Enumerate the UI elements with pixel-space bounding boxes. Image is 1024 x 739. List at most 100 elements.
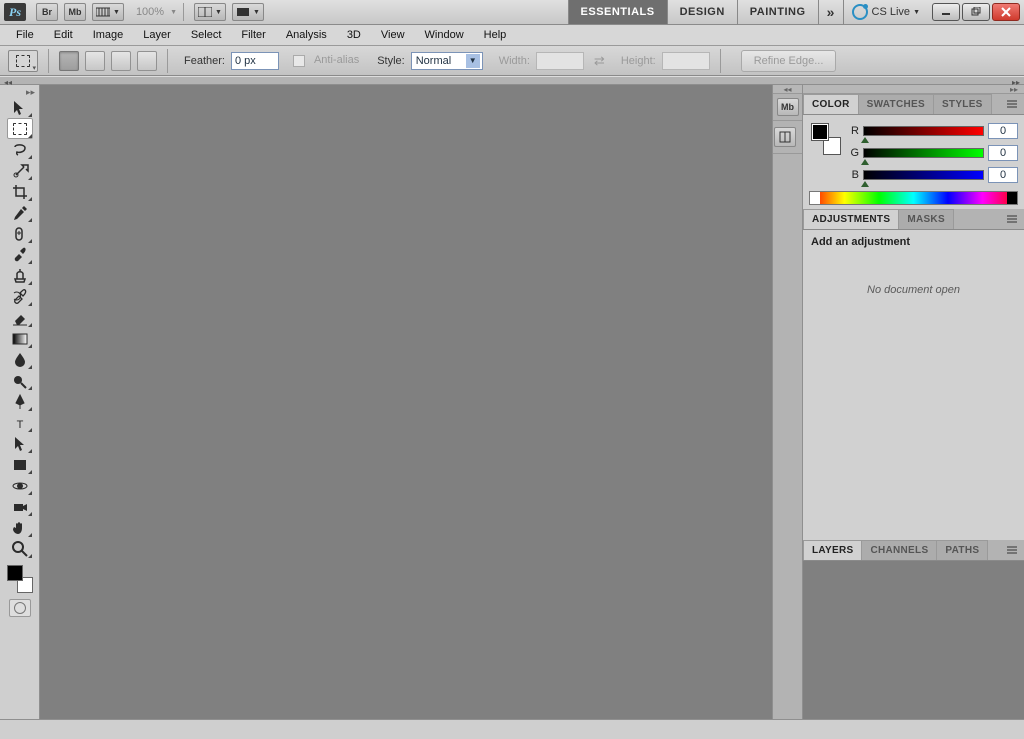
tab-channels[interactable]: CHANNELS (861, 540, 937, 560)
tool-move[interactable] (7, 97, 33, 118)
tab-layers[interactable]: LAYERS (803, 540, 862, 560)
separator (183, 3, 184, 21)
adjustments-panel: Add an adjustment No document open (803, 230, 1024, 540)
menu-edit[interactable]: Edit (44, 26, 83, 44)
tool-zoom[interactable] (7, 538, 33, 559)
quick-mask-toggle[interactable] (9, 599, 31, 617)
tool-brush[interactable] (7, 244, 33, 265)
menu-analysis[interactable]: Analysis (276, 26, 337, 44)
minibridge-launch-button[interactable]: Mb (64, 3, 86, 21)
color-fg-bg-swatch[interactable] (809, 121, 843, 157)
menu-select[interactable]: Select (181, 26, 232, 44)
bridge-launch-button[interactable]: Br (36, 3, 58, 21)
tool-healing-brush[interactable] (7, 223, 33, 244)
dock-grip[interactable]: ◂◂ (773, 85, 802, 94)
color-spectrum-ramp[interactable] (809, 191, 1018, 205)
maximize-button[interactable] (962, 3, 990, 21)
collapsed-dock: ◂◂ Mb (772, 85, 802, 719)
menu-file[interactable]: File (6, 26, 44, 44)
arrange-documents-dropdown[interactable]: ▼ (194, 3, 226, 21)
menu-view[interactable]: View (371, 26, 415, 44)
close-button[interactable] (992, 3, 1020, 21)
r-value-input[interactable] (988, 123, 1018, 139)
svg-text:T: T (16, 419, 23, 431)
refine-edge-button: Refine Edge... (741, 50, 837, 72)
foreground-background-swatch[interactable] (5, 565, 35, 593)
tool-preset-picker[interactable] (8, 50, 38, 72)
workspace-more-button[interactable]: » (819, 4, 843, 20)
tool-blur[interactable] (7, 349, 33, 370)
menu-filter[interactable]: Filter (231, 26, 275, 44)
document-area (40, 85, 772, 719)
menu-3d[interactable]: 3D (337, 26, 371, 44)
r-slider[interactable] (863, 126, 984, 136)
menu-window[interactable]: Window (415, 26, 474, 44)
selection-add-button[interactable] (85, 51, 105, 71)
tool-eyedropper[interactable] (7, 202, 33, 223)
tool-3d-camera-rotate[interactable] (7, 496, 33, 517)
cs-live-button[interactable]: CS Live ▼ (852, 4, 920, 20)
tool-quick-selection[interactable] (7, 160, 33, 181)
zoom-dropdown-icon[interactable]: ▼ (170, 9, 177, 16)
workspace-switcher: ESSENTIALS DESIGN PAINTING » (568, 0, 844, 24)
g-value-input[interactable] (988, 145, 1018, 161)
photoshop-logo-icon[interactable]: Ps (4, 3, 26, 21)
tab-color[interactable]: COLOR (803, 94, 859, 114)
menu-help[interactable]: Help (474, 26, 517, 44)
tool-history-brush[interactable] (7, 286, 33, 307)
tool-lasso[interactable] (7, 139, 33, 160)
tool-type[interactable]: T (7, 412, 33, 433)
tool-dodge[interactable] (7, 370, 33, 391)
adjustments-empty-text: No document open (867, 284, 960, 296)
panel-menu-button[interactable] (1006, 544, 1020, 556)
style-select[interactable]: Normal ▼ (411, 52, 483, 70)
minibridge-panel-icon[interactable]: Mb (777, 98, 799, 116)
selection-new-button[interactable] (59, 51, 79, 71)
tool-path-selection[interactable] (7, 433, 33, 454)
panel-menu-button[interactable] (1006, 213, 1020, 225)
menu-image[interactable]: Image (83, 26, 134, 44)
separator (167, 49, 168, 73)
tab-masks[interactable]: MASKS (898, 209, 954, 229)
dock-collapse-strip[interactable]: ◂◂▸▸ (0, 76, 1024, 85)
b-slider[interactable] (863, 170, 984, 180)
feather-label: Feather: (184, 55, 225, 67)
workspace-painting[interactable]: PAINTING (738, 0, 818, 24)
tool-3d-object-rotate[interactable] (7, 475, 33, 496)
tab-styles[interactable]: STYLES (933, 94, 992, 114)
tool-rectangle-shape[interactable] (7, 454, 33, 475)
chevron-down-icon: ▼ (466, 54, 480, 68)
selection-intersect-button[interactable] (137, 51, 157, 71)
zoom-level[interactable]: 100% (136, 6, 164, 18)
minimize-button[interactable] (932, 3, 960, 21)
panel-grip[interactable]: ▸▸ (803, 85, 1024, 94)
tool-hand[interactable] (7, 517, 33, 538)
workspace-essentials[interactable]: ESSENTIALS (569, 0, 667, 24)
selection-subtract-button[interactable] (111, 51, 131, 71)
b-value-input[interactable] (988, 167, 1018, 183)
swap-wh-icon: ⇄ (594, 53, 605, 69)
feather-input[interactable] (231, 52, 279, 70)
tool-gradient[interactable] (7, 328, 33, 349)
tool-clone-stamp[interactable] (7, 265, 33, 286)
tab-swatches[interactable]: SWATCHES (858, 94, 934, 114)
adjustments-panel-tabs: ADJUSTMENTS MASKS (803, 209, 1024, 230)
menu-layer[interactable]: Layer (133, 26, 181, 44)
panel-menu-button[interactable] (1006, 98, 1020, 110)
screen-mode-dropdown[interactable]: ▼ (232, 3, 264, 21)
layers-panel-tabs: LAYERS CHANNELS PATHS (803, 540, 1024, 561)
view-extras-dropdown[interactable]: ▼ (92, 3, 124, 21)
tool-eraser[interactable] (7, 307, 33, 328)
tool-rectangular-marquee[interactable] (7, 118, 33, 139)
tool-pen[interactable] (7, 391, 33, 412)
tab-adjustments[interactable]: ADJUSTMENTS (803, 209, 899, 229)
menu-bar: File Edit Image Layer Select Filter Anal… (0, 25, 1024, 46)
panel-grip[interactable]: ▸▸ (0, 87, 39, 97)
history-panel-icon[interactable] (774, 127, 796, 147)
tool-crop[interactable] (7, 181, 33, 202)
tab-paths[interactable]: PATHS (936, 540, 988, 560)
foreground-color-swatch[interactable] (7, 565, 23, 581)
g-slider[interactable] (863, 148, 984, 158)
status-bar (0, 719, 1024, 739)
workspace-design[interactable]: DESIGN (668, 0, 737, 24)
